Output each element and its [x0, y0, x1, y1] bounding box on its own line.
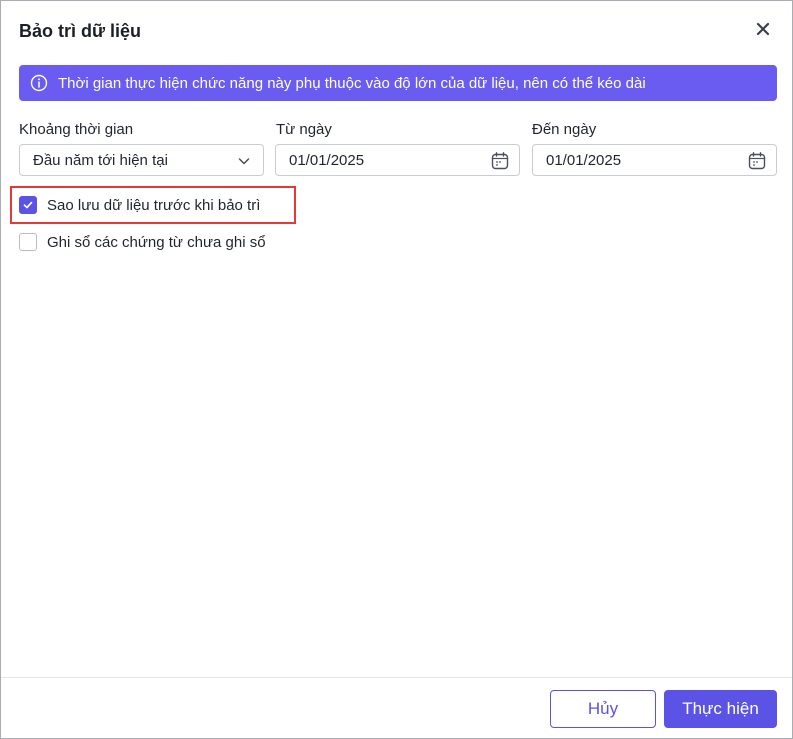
submit-button[interactable]: Thực hiện [664, 690, 777, 728]
from-date-label: Từ ngày [276, 121, 332, 138]
to-date-value: 01/01/2025 [546, 151, 622, 169]
post-unposted-vouchers-option[interactable]: Ghi sổ các chứng từ chưa ghi sổ [19, 233, 266, 251]
period-label: Khoảng thời gian [19, 121, 134, 138]
info-icon [30, 74, 48, 92]
to-date-input[interactable]: 01/01/2025 [532, 144, 777, 176]
close-button[interactable] [751, 19, 775, 43]
chevron-down-icon[interactable] [234, 151, 254, 171]
dialog-title: Bảo trì dữ liệu [19, 21, 142, 41]
footer-divider [1, 677, 792, 678]
backup-option-label: Sao lưu dữ liệu trước khi bảo trì [47, 196, 261, 214]
post-vouchers-option-label: Ghi sổ các chứng từ chưa ghi sổ [47, 233, 266, 251]
info-banner: Thời gian thực hiện chức năng này phụ th… [19, 65, 777, 101]
from-date-input[interactable]: 01/01/2025 [275, 144, 520, 176]
backup-before-maintenance-option[interactable]: Sao lưu dữ liệu trước khi bảo trì [19, 196, 260, 214]
post-vouchers-checkbox[interactable] [19, 233, 37, 251]
maintenance-dialog: Bảo trì dữ liệu Thời gian thực hiện chức… [0, 0, 793, 739]
close-icon[interactable] [756, 22, 770, 41]
period-select-value: Đầu năm tới hiện tại [33, 151, 168, 169]
check-icon [23, 201, 33, 209]
calendar-icon[interactable] [490, 151, 510, 171]
to-date-label: Đến ngày [532, 121, 597, 138]
period-select[interactable]: Đầu năm tới hiện tại [19, 144, 264, 176]
from-date-value: 01/01/2025 [289, 151, 365, 169]
info-banner-text: Thời gian thực hiện chức năng này phụ th… [58, 74, 646, 92]
cancel-button[interactable]: Hủy [550, 690, 656, 728]
backup-checkbox[interactable] [19, 196, 37, 214]
calendar-icon[interactable] [747, 151, 767, 171]
